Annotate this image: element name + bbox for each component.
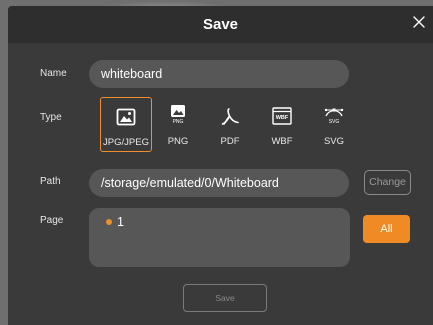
type-option-label: PDF [220,136,240,147]
image-icon [116,108,136,126]
type-option-jpg[interactable]: JPG/JPEG [100,97,152,152]
page-selected-dot [106,219,112,225]
type-option-wbf[interactable]: WBF WBF [256,97,308,152]
type-option-label: JPG/JPEG [103,137,149,148]
type-option-label: PNG [167,136,189,147]
page-label: Page [40,215,64,226]
svg-badge: SVG [328,118,340,125]
name-input[interactable]: whiteboard [89,60,349,88]
page-item[interactable]: 1 [117,215,124,229]
path-label: Path [40,176,61,187]
type-option-png[interactable]: PNG PNG [152,97,204,152]
select-all-pages-button[interactable]: All [363,215,410,243]
change-path-button[interactable]: Change [364,170,411,195]
png-badge: PNG [172,118,184,125]
svg-icon [324,108,344,116]
wbf-badge: WBF [275,115,289,121]
save-dialog: Save Name whiteboard Type JPG/JPEG PNG P… [8,6,433,325]
name-label: Name [40,68,67,79]
type-option-svg[interactable]: SVG SVG [308,97,360,152]
type-label: Type [40,112,62,123]
dialog-titlebar: Save [8,6,433,43]
type-option-label: WBF [271,136,293,147]
type-option-label: SVG [323,136,345,147]
path-input[interactable]: /storage/emulated/0/Whiteboard [89,169,349,197]
page-list[interactable]: 1 [89,208,350,267]
type-option-pdf[interactable]: PDF [204,97,256,152]
dialog-title: Save [202,16,239,33]
png-icon [171,104,185,117]
save-button[interactable]: Save [183,284,267,312]
close-icon[interactable] [412,15,426,29]
pdf-icon [221,108,239,125]
